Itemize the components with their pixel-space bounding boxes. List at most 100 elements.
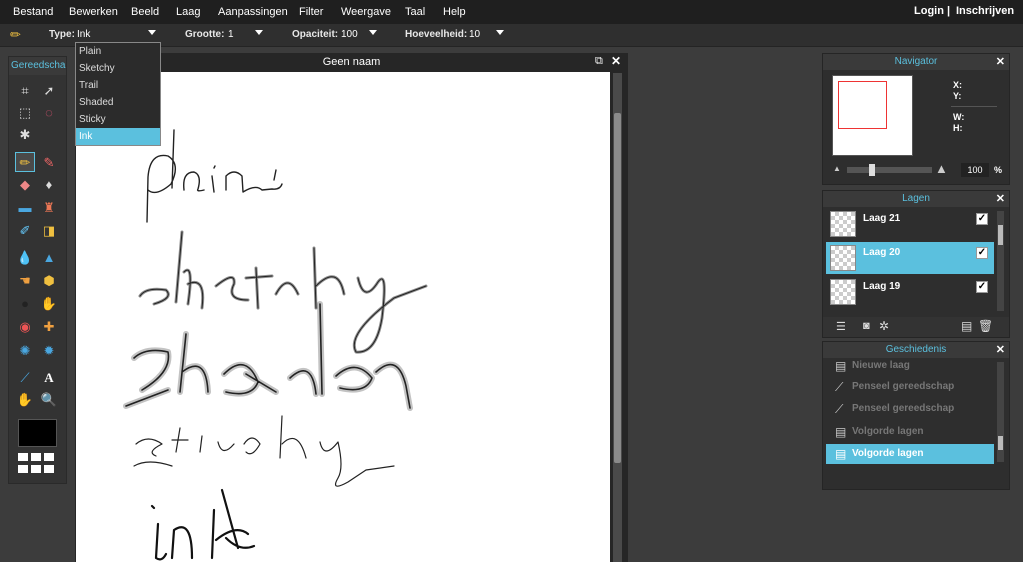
type-option-ink[interactable]: Ink bbox=[76, 128, 160, 145]
crop-icon[interactable]: ⌗ bbox=[16, 81, 34, 99]
layer-visibility-checkbox[interactable]: ✓ bbox=[976, 213, 988, 225]
layer-item[interactable]: Laag 21 ✓ bbox=[826, 208, 994, 240]
history-item-label: Volgorde lagen bbox=[852, 426, 924, 437]
replace-color-icon[interactable]: ✐ bbox=[16, 221, 34, 239]
type-dropdown-list: Plain Sketchy Trail Shaded Sticky Ink bbox=[75, 42, 161, 146]
layer-visibility-checkbox[interactable]: ✓ bbox=[976, 247, 988, 259]
amount-label: Hoeveelheid: bbox=[405, 29, 468, 40]
history-close-icon[interactable]: ✕ bbox=[996, 342, 1005, 358]
pinch-icon[interactable]: ✹ bbox=[40, 341, 58, 359]
zoom-in-icon[interactable]: ▲ bbox=[935, 161, 948, 176]
primary-color-swatch[interactable] bbox=[18, 419, 57, 447]
login-link[interactable]: Login bbox=[914, 5, 944, 17]
history-layer-icon: ▤ bbox=[835, 359, 847, 373]
new-layer-icon[interactable]: ▤ bbox=[961, 319, 972, 333]
pencil-icon[interactable]: ✏ bbox=[15, 152, 35, 172]
menu-taal[interactable]: Taal bbox=[405, 6, 425, 18]
opacity-select[interactable]: 100 bbox=[341, 29, 358, 40]
menu-beeld[interactable]: Beeld bbox=[131, 6, 159, 18]
history-item[interactable]: ⟋ Penseel gereedschap bbox=[826, 399, 994, 419]
red-eye-icon[interactable]: ◉ bbox=[16, 317, 34, 335]
grid-view-icon[interactable] bbox=[18, 453, 56, 475]
type-option-trail[interactable]: Trail bbox=[76, 77, 160, 94]
bucket-icon[interactable]: ♦ bbox=[40, 175, 58, 193]
zoom-input[interactable]: 100 bbox=[961, 163, 989, 177]
zoom-icon[interactable]: 🔍 bbox=[40, 390, 58, 408]
color-picker-icon[interactable]: ⟋ bbox=[16, 368, 34, 386]
history-item-label: Penseel gereedschap bbox=[852, 381, 955, 392]
gradient-icon[interactable]: ▬ bbox=[16, 198, 34, 216]
layers-scrollbar-thumb[interactable] bbox=[998, 225, 1003, 245]
brush-icon[interactable]: ✎ bbox=[40, 153, 58, 171]
size-select[interactable]: 1 bbox=[228, 29, 234, 40]
navigator-close-icon[interactable]: ✕ bbox=[996, 54, 1005, 70]
history-item[interactable]: ⟋ Penseel gereedschap bbox=[826, 377, 994, 397]
navigator-preview[interactable] bbox=[832, 75, 913, 156]
canvas-scrollbar[interactable] bbox=[613, 73, 622, 562]
bloat-icon[interactable]: ✺ bbox=[16, 341, 34, 359]
close-icon[interactable]: ✕ bbox=[611, 54, 621, 68]
hand-icon[interactable]: ✋ bbox=[16, 390, 34, 408]
layer-item[interactable]: Laag 19 ✓ bbox=[826, 276, 994, 308]
type-option-shaded[interactable]: Shaded bbox=[76, 94, 160, 111]
lasso-icon[interactable]: ◌ bbox=[40, 103, 58, 121]
marquee-icon[interactable]: ⬚ bbox=[16, 103, 34, 121]
stamp-icon[interactable]: ♜ bbox=[40, 198, 58, 216]
layer-thumbnail bbox=[830, 211, 856, 237]
register-link[interactable]: Inschrijven bbox=[956, 5, 1014, 17]
history-layer-icon: ▤ bbox=[835, 447, 847, 461]
navigator-viewport[interactable] bbox=[838, 81, 887, 129]
menu-aanpassingen[interactable]: Aanpassingen bbox=[218, 6, 288, 18]
type-select[interactable]: Ink bbox=[77, 29, 90, 40]
sharpen-icon[interactable]: ▲ bbox=[40, 248, 58, 266]
type-option-sticky[interactable]: Sticky bbox=[76, 111, 160, 128]
layers-toolbar: ☰ ◙ ✲ ▤ 🗑 bbox=[823, 317, 1009, 337]
delete-layer-icon[interactable]: 🗑 bbox=[978, 319, 993, 333]
history-scrollbar-thumb[interactable] bbox=[998, 436, 1003, 450]
sponge-icon[interactable]: ⬢ bbox=[40, 271, 58, 289]
pencil-icon: ✏ bbox=[10, 27, 21, 42]
menu-filter[interactable]: Filter bbox=[299, 6, 323, 18]
menu-weergave[interactable]: Weergave bbox=[341, 6, 391, 18]
type-dropdown-arrow[interactable] bbox=[148, 30, 156, 35]
menu-bestand[interactable]: Bestand bbox=[13, 6, 53, 18]
menu-help[interactable]: Help bbox=[443, 6, 466, 18]
layer-visibility-checkbox[interactable]: ✓ bbox=[976, 281, 988, 293]
spot-heal-icon[interactable]: ✚ bbox=[40, 317, 58, 335]
smudge-icon[interactable]: ☚ bbox=[16, 271, 34, 289]
history-item[interactable]: ▤ Volgorde lagen bbox=[826, 444, 994, 464]
picker-icon[interactable]: ◨ bbox=[40, 221, 58, 239]
eraser-icon[interactable]: ◆ bbox=[16, 175, 34, 193]
maximize-icon[interactable]: ⧉ bbox=[595, 55, 603, 68]
blur-icon[interactable]: 💧 bbox=[16, 248, 34, 266]
layer-style-icon[interactable]: ✲ bbox=[879, 319, 889, 333]
history-item[interactable]: ▤ Volgorde lagen bbox=[826, 422, 994, 442]
layers-close-icon[interactable]: ✕ bbox=[996, 191, 1005, 207]
layer-thumbnail bbox=[830, 245, 856, 271]
zoom-slider[interactable] bbox=[847, 164, 932, 176]
type-option-sketchy[interactable]: Sketchy bbox=[76, 60, 160, 77]
layer-mask-icon[interactable]: ◙ bbox=[863, 320, 870, 332]
type-option-plain[interactable]: Plain bbox=[76, 43, 160, 60]
menu-laag[interactable]: Laag bbox=[176, 6, 200, 18]
zoom-out-icon[interactable]: ▲ bbox=[833, 164, 841, 173]
history-item-label: Nieuwe laag bbox=[852, 360, 910, 371]
amount-dropdown-arrow[interactable] bbox=[496, 30, 504, 35]
amount-select[interactable]: 10 bbox=[469, 29, 480, 40]
layer-item[interactable]: Laag 20 ✓ bbox=[826, 242, 994, 274]
opacity-dropdown-arrow[interactable] bbox=[369, 30, 377, 35]
zoom-slider-handle[interactable] bbox=[869, 164, 875, 176]
layers-scrollbar[interactable] bbox=[997, 211, 1004, 311]
size-dropdown-arrow[interactable] bbox=[255, 30, 263, 35]
move-icon[interactable]: ➚ bbox=[40, 81, 58, 99]
history-item-label: Penseel gereedschap bbox=[852, 403, 955, 414]
dodge-icon[interactable]: ● bbox=[16, 294, 34, 312]
layer-settings-icon[interactable]: ☰ bbox=[836, 320, 846, 333]
history-item[interactable]: ▤ Nieuwe laag bbox=[826, 356, 994, 376]
canvas-scrollbar-thumb[interactable] bbox=[614, 113, 621, 463]
history-scrollbar[interactable] bbox=[997, 362, 1004, 462]
menu-bewerken[interactable]: Bewerken bbox=[69, 6, 118, 18]
text-icon[interactable]: A bbox=[40, 368, 58, 386]
magic-wand-icon[interactable]: ✱ bbox=[16, 125, 34, 143]
burn-icon[interactable]: ✋ bbox=[40, 294, 58, 312]
